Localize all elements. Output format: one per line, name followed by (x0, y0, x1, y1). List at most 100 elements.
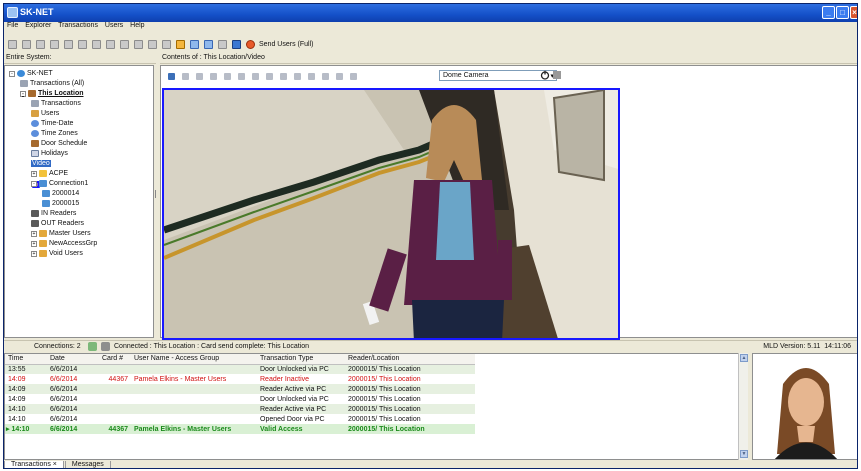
video-snapshot-icon[interactable] (168, 72, 175, 80)
table-row[interactable]: 14:10 6/6/2014 Reader Active via PC 2000015… (5, 404, 475, 414)
toolbar-open-icon[interactable] (8, 40, 17, 49)
panel-splitter[interactable] (154, 65, 159, 338)
tree-item[interactable]: + Void Users (31, 249, 83, 258)
table-row[interactable]: 13:55 6/6/2014 Door Unlocked via PC 2000015… (5, 364, 475, 374)
tab-transactions[interactable]: Transactions × (4, 461, 64, 468)
expand-icon[interactable]: + (31, 230, 37, 237)
toolbar-view-small-icon[interactable] (204, 40, 213, 49)
toolbar-properties-icon[interactable] (78, 40, 87, 49)
tree-item[interactable]: IN Readers (31, 209, 76, 218)
tree-item-label: Users (41, 110, 60, 117)
log-icon[interactable] (101, 342, 110, 351)
tree-item[interactable]: Users (31, 109, 59, 118)
tree-item[interactable]: Time Zones (31, 129, 78, 138)
pan-up-icon[interactable] (280, 72, 287, 80)
pan-left-icon[interactable] (308, 72, 315, 80)
clock-icon (31, 130, 39, 137)
close-button[interactable]: × (850, 6, 857, 19)
toolbar-lock-icon[interactable] (134, 40, 143, 49)
collapse-icon[interactable]: - (9, 70, 15, 77)
tree-item[interactable]: + NewAccessGrp (31, 239, 97, 248)
col-reader[interactable]: Reader/Location (345, 354, 475, 365)
table-row[interactable]: 14:09 6/6/2014 44367 Pamela Elkins - Master… (5, 374, 475, 384)
collapse-icon[interactable]: - (31, 180, 37, 187)
pan-right-icon[interactable] (322, 72, 329, 80)
grid-scrollbar[interactable]: ▲ ▼ (738, 353, 748, 460)
menu-help[interactable]: Help (130, 22, 144, 29)
col-date[interactable]: Date (47, 354, 99, 365)
tree-item[interactable]: + Master Users (31, 229, 91, 238)
video-forward-icon[interactable] (252, 72, 259, 80)
toolbar-info-icon[interactable] (232, 40, 241, 49)
tab-close-icon[interactable]: × (53, 461, 57, 468)
tree-item[interactable]: Door Schedule (31, 139, 87, 148)
scroll-down-icon[interactable]: ▼ (740, 450, 748, 458)
menu-users[interactable]: Users (105, 22, 123, 29)
col-time[interactable]: Time (5, 354, 47, 365)
tree-item-label: Video (31, 160, 51, 167)
toolbar-copy-icon[interactable] (50, 40, 59, 49)
toolbar-refresh-icon[interactable] (162, 40, 171, 49)
pan-down-icon[interactable] (294, 72, 301, 80)
toolbar-search-icon[interactable] (120, 40, 129, 49)
expand-icon[interactable]: + (31, 250, 37, 257)
toolbar-save-icon[interactable] (22, 40, 31, 49)
tab-messages[interactable]: Messages (64, 461, 111, 468)
tree-item[interactable]: Time-Date (31, 119, 73, 128)
camera-power-icon[interactable] (540, 70, 550, 80)
toolbar-print-icon[interactable] (106, 40, 115, 49)
send-users-button[interactable]: Send Users (Full) (259, 41, 313, 48)
tree-item[interactable]: Holidays (31, 149, 68, 158)
tree-item[interactable]: 2000014 (42, 189, 79, 198)
cell-card: 44367 (99, 424, 131, 434)
table-row[interactable]: 14:10 6/6/2014 Opened Door via PC 2000015/ … (5, 414, 475, 424)
transactions-grid[interactable]: Time Date Card # User Name - Access Grou… (4, 353, 744, 460)
tree-item[interactable]: - Connection1 (31, 179, 88, 188)
connect-icon[interactable] (88, 342, 97, 351)
toolbar-view-list-icon[interactable] (218, 40, 227, 49)
tree-item[interactable]: Transactions (31, 99, 81, 108)
cell-card (99, 414, 131, 424)
zoom-in-icon[interactable] (336, 72, 343, 80)
tree-item[interactable]: Transactions (All) (20, 79, 84, 88)
system-tree[interactable]: - SK-NET Transactions (All) - This Location T… (4, 65, 154, 338)
toolbar-upload-icon[interactable] (176, 40, 185, 49)
table-row[interactable]: 14:09 6/6/2014 Reader Active via PC 2000015… (5, 384, 475, 394)
toolbar-cut-icon[interactable] (36, 40, 45, 49)
close-icon: × (852, 8, 857, 17)
table-row[interactable]: 14:09 6/6/2014 Door Unlocked via PC 2000015… (5, 394, 475, 404)
connection-icon (42, 190, 50, 197)
tree-item[interactable]: OUT Readers (31, 219, 84, 228)
user-photo-image (753, 354, 857, 459)
menu-explorer[interactable]: Explorer (25, 22, 51, 29)
toolbar-view-large-icon[interactable] (190, 40, 199, 49)
camera-settings-icon[interactable] (552, 70, 562, 80)
zoom-out-icon[interactable] (350, 72, 357, 80)
toolbar-delete-icon[interactable] (92, 40, 101, 49)
video-pause-icon[interactable] (210, 72, 217, 80)
menu-transactions[interactable]: Transactions (58, 22, 98, 29)
expand-icon[interactable]: + (31, 170, 37, 177)
expand-icon[interactable]: + (31, 240, 37, 247)
tree-item[interactable]: Video (31, 159, 51, 188)
video-rewind-icon[interactable] (238, 72, 245, 80)
toolbar-paste-icon[interactable] (64, 40, 73, 49)
toolbar-user-icon[interactable] (148, 40, 157, 49)
collapse-icon[interactable]: - (20, 90, 26, 97)
scroll-up-icon[interactable]: ▲ (740, 354, 748, 362)
video-stop-icon[interactable] (196, 72, 203, 80)
col-user[interactable]: User Name - Access Group (131, 354, 257, 365)
tree-item[interactable]: 2000015 (42, 199, 79, 208)
table-row[interactable]: ▸ 14:10 6/6/2014 44367 Pamela Elkins - Mast… (5, 424, 475, 434)
tree-item[interactable]: - This Location (20, 89, 84, 98)
menu-file[interactable]: File (7, 22, 18, 29)
minimize-button[interactable]: _ (822, 6, 835, 19)
tree-item[interactable]: + ACPE (31, 169, 68, 178)
video-play-icon[interactable] (182, 72, 189, 80)
col-type[interactable]: Transaction Type (257, 354, 345, 365)
video-first-icon[interactable] (224, 72, 231, 80)
tree-item[interactable]: - SK-NET (9, 69, 53, 78)
maximize-button[interactable]: □ (836, 6, 849, 19)
col-card[interactable]: Card # (99, 354, 131, 365)
video-last-icon[interactable] (266, 72, 273, 80)
